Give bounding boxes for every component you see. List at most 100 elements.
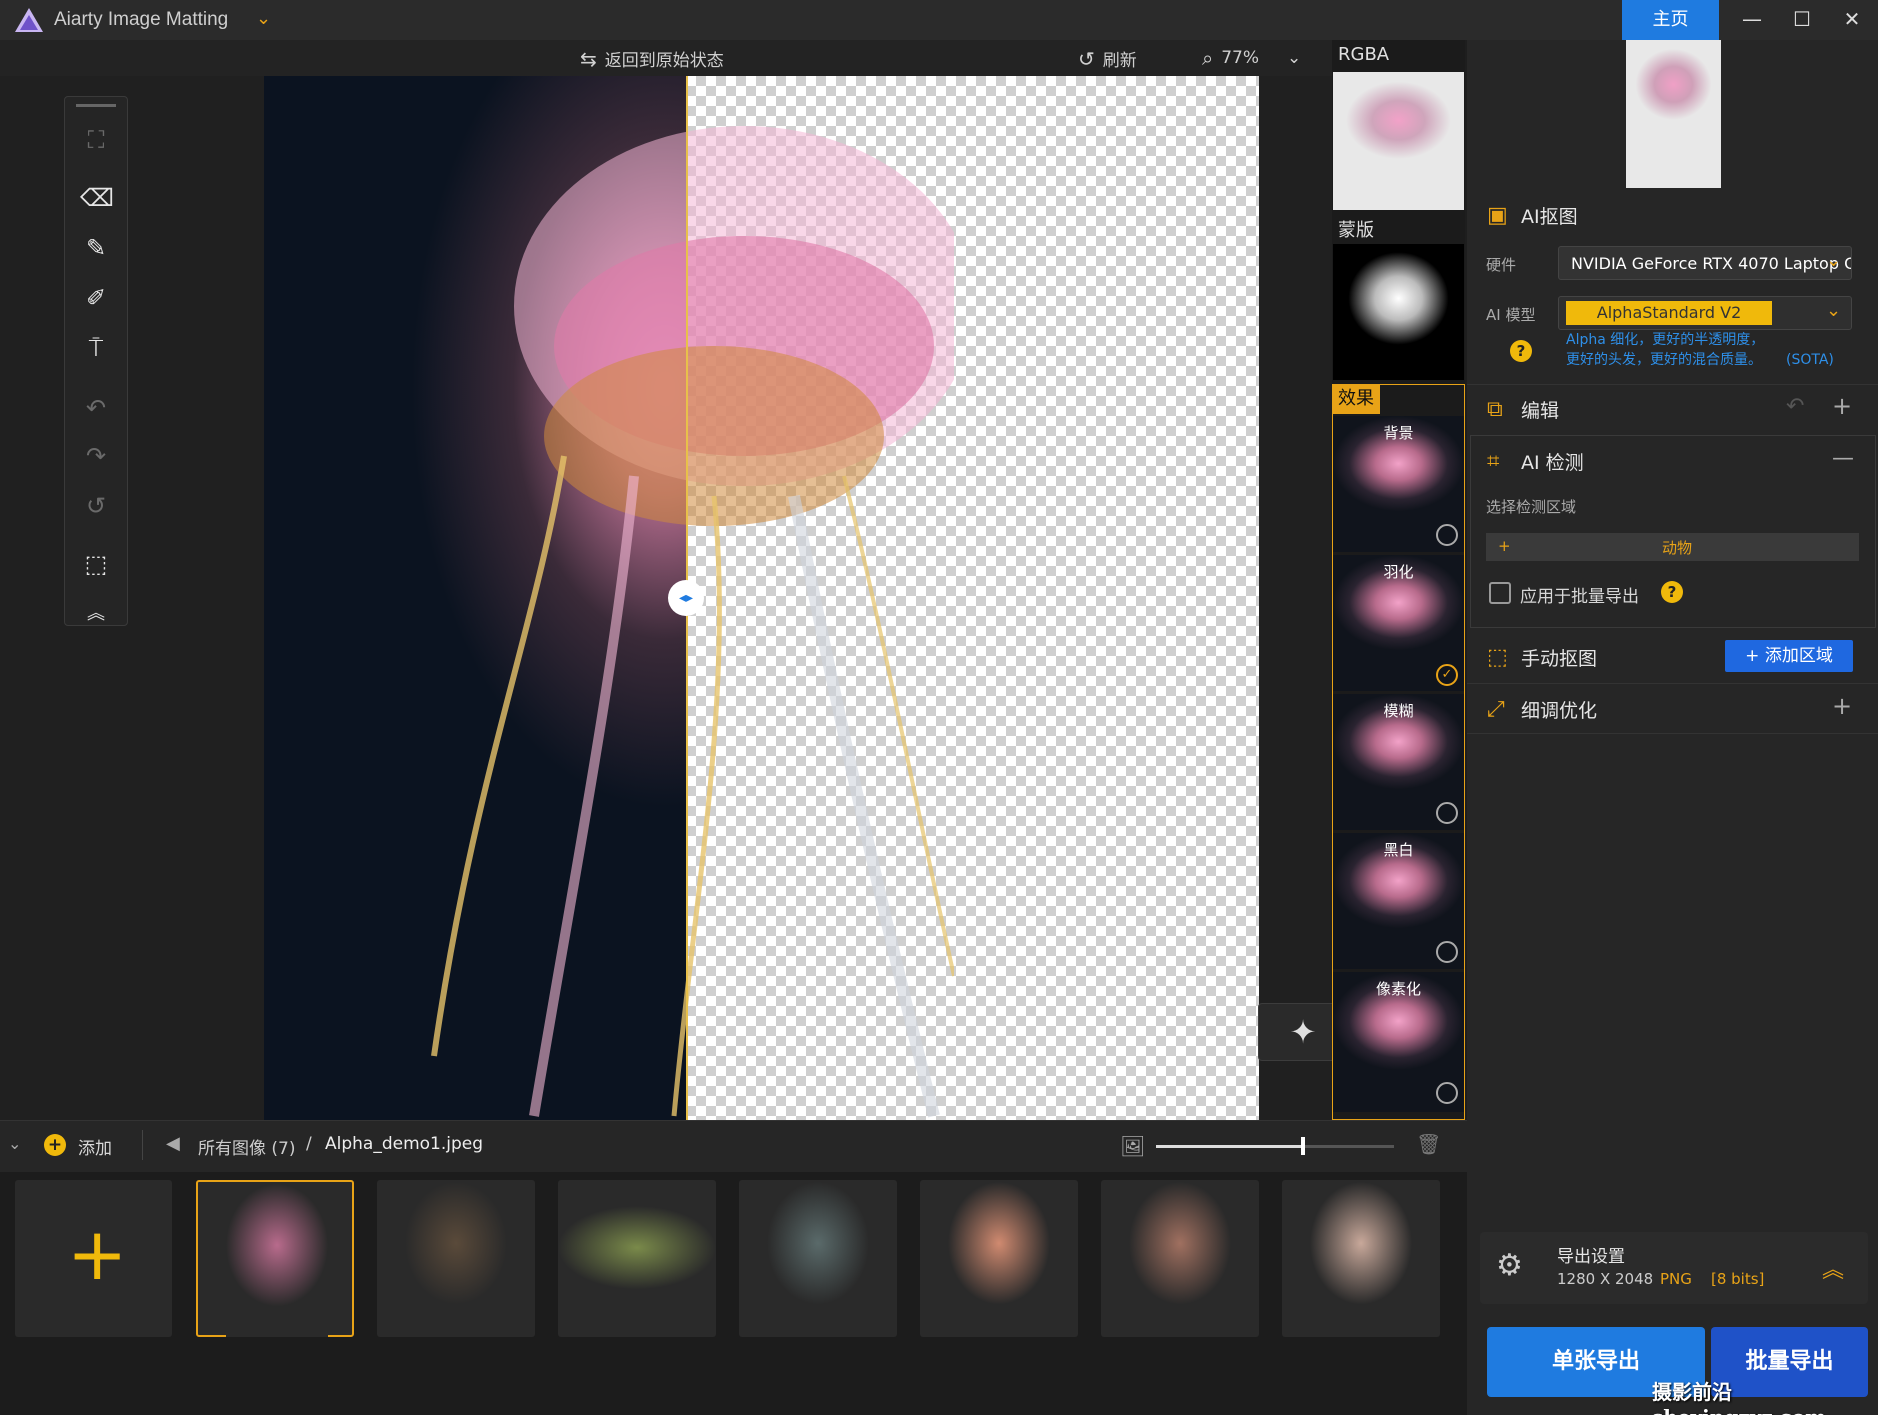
model-desc-2: 更好的头发，更好的混合质量。 <box>1566 352 1762 368</box>
apply-batch-label: 应用于批量导出 <box>1520 587 1639 607</box>
export-expand-icon[interactable]: ︽ <box>1822 1252 1844 1284</box>
app-logo-icon <box>15 8 43 32</box>
thumbnail-size-slider[interactable] <box>1156 1145 1394 1148</box>
delete-image-icon[interactable]: 🗑 <box>1416 1132 1441 1156</box>
home-button[interactable]: 主页 <box>1622 0 1719 40</box>
rgba-thumbnail[interactable] <box>1333 72 1464 210</box>
maximize-icon[interactable]: ☐ <box>1780 4 1824 36</box>
ai-detect-title: AI 检测 <box>1521 451 1584 474</box>
zoom-control[interactable]: ⌕ 77% ⌄ <box>1202 46 1301 70</box>
title-bar <box>0 0 1878 40</box>
hardware-select[interactable]: NVIDIA GeForce RTX 4070 Laptop GPU <box>1558 246 1852 280</box>
minimize-icon[interactable]: — <box>1730 4 1774 36</box>
model-desc-1: Alpha 细化，更好的半透明度， <box>1566 332 1765 348</box>
add-area-button[interactable]: + 添加区域 <box>1725 640 1853 672</box>
crop-select-icon[interactable]: ⛶ <box>80 124 112 156</box>
palette-grip <box>76 104 116 107</box>
pen-icon[interactable]: ✎ <box>80 232 112 264</box>
back-arrow-icon[interactable]: ◀ <box>166 1133 180 1154</box>
edit-crop-icon: ⧉ <box>1487 396 1503 422</box>
add-image-icon[interactable]: + <box>44 1134 66 1156</box>
thumbnail-image-woman-red-dress <box>767 1182 869 1335</box>
image-thumbnail[interactable] <box>377 1180 535 1337</box>
model-dropdown-icon[interactable]: ⌄ <box>1826 300 1841 321</box>
ai-matting-title: AI抠图 <box>1521 205 1578 228</box>
compare-handle[interactable]: ◂▸ <box>668 580 704 616</box>
reset-icon[interactable]: ↺ <box>80 490 112 522</box>
ai-detect-section-header[interactable]: ⌗ AI 检测 <box>1467 436 1878 486</box>
swap-icon: ⇆ <box>580 46 597 71</box>
thumbnail-image-jellyfish <box>226 1184 328 1337</box>
edit-expand-icon[interactable]: + <box>1832 392 1852 420</box>
selection-icon[interactable]: ⬚ <box>80 548 112 580</box>
apply-batch-checkbox[interactable] <box>1489 582 1511 604</box>
title-menu-chevron-icon[interactable]: ⌄ <box>256 8 271 29</box>
roller-icon[interactable]: ⍑ <box>80 332 112 364</box>
current-file-name: Alpha_demo1.jpeg <box>325 1134 484 1154</box>
image-thumbnail[interactable] <box>196 1180 354 1337</box>
zoom-icon: ⌕ <box>1202 46 1214 70</box>
model-desc-sota: (SOTA) <box>1786 352 1834 368</box>
effect-radio-pixelate[interactable] <box>1436 1082 1458 1104</box>
refresh-button[interactable]: ↺ 刷新 <box>1078 46 1137 72</box>
divider <box>142 1130 143 1160</box>
add-label[interactable]: 添加 <box>78 1134 112 1159</box>
hardware-dropdown-icon[interactable]: ⌄ <box>1826 250 1841 271</box>
effect-label-pixelate: 像素化 <box>1375 980 1421 998</box>
apply-batch-help-icon[interactable]: ? <box>1661 581 1683 603</box>
thumbnail-image-girl-white-flowers <box>1310 1182 1412 1335</box>
ai-matting-icon: ▣ <box>1487 202 1508 228</box>
zoom-value: 77% <box>1221 48 1259 68</box>
image-thumbnail[interactable] <box>1282 1180 1440 1337</box>
plus-icon: + <box>1498 537 1511 555</box>
edit-section-header[interactable]: ⧉ 编辑 <box>1467 384 1878 434</box>
thumbnail-size-slider-knob[interactable] <box>1301 1137 1306 1155</box>
eraser-icon[interactable]: ⌫ <box>80 182 114 214</box>
export-settings-icon: ⚙ <box>1496 1248 1523 1283</box>
redo-icon[interactable]: ↷ <box>80 440 112 472</box>
add-image-tile[interactable]: + <box>15 1180 172 1337</box>
refine-section-header[interactable]: ⤢ 细调优化 <box>1467 684 1878 734</box>
effect-radio-bw[interactable] <box>1436 941 1458 963</box>
collapse-strip-icon[interactable]: ⌄ <box>8 1134 21 1153</box>
export-settings-box[interactable] <box>1480 1232 1868 1304</box>
thumbnail-size-icon: 🖼 <box>1120 1134 1146 1158</box>
effect-label-bw: 黑白 <box>1383 841 1414 859</box>
zoom-dropdown-icon[interactable]: ⌄ <box>1287 48 1301 68</box>
hardware-value: NVIDIA GeForce RTX 4070 Laptop GPU <box>1571 254 1852 273</box>
effect-radio-blur[interactable] <box>1436 802 1458 824</box>
revert-label: 返回到原始状态 <box>604 51 724 71</box>
revert-button[interactable]: ⇆ 返回到原始状态 <box>580 46 724 72</box>
image-thumbnail[interactable] <box>1101 1180 1259 1337</box>
image-thumbnail[interactable] <box>920 1180 1078 1337</box>
result-preview-thumbnail <box>1626 40 1721 188</box>
close-icon[interactable]: ✕ <box>1830 4 1874 36</box>
detect-animal-button[interactable]: + 动物 <box>1486 533 1859 561</box>
effect-radio-background[interactable] <box>1436 524 1458 546</box>
effect-label-feather: 羽化 <box>1383 563 1414 581</box>
rgba-label: RGBA <box>1338 44 1390 65</box>
watermark-text: 摄影前沿 sheyingzyz.com <box>1652 1380 1826 1415</box>
edit-undo-icon[interactable]: ↶ <box>1786 394 1804 419</box>
effect-label-background: 背景 <box>1383 424 1414 442</box>
image-thumbnail[interactable] <box>558 1180 716 1337</box>
collapse-palette-icon[interactable]: ︽ <box>80 598 112 630</box>
image-thumbnail[interactable] <box>739 1180 897 1337</box>
effect-check-icon[interactable]: ✓ <box>1436 664 1458 686</box>
app-title: Aiarty Image Matting <box>54 9 229 30</box>
all-images-link[interactable]: 所有图像 (7) <box>198 1134 295 1159</box>
thumbnail-image-bicycle <box>558 1206 716 1310</box>
breadcrumb-separator: / <box>306 1134 312 1154</box>
refresh-label: 刷新 <box>1102 51 1137 71</box>
mask-thumbnail[interactable] <box>1333 244 1464 380</box>
image-preview[interactable] <box>264 76 1259 1120</box>
manual-select-icon: ⬚ <box>1487 644 1508 670</box>
thumbnail-image-axe-forest <box>405 1182 507 1335</box>
thumbnail-image-girl-flowers <box>948 1182 1050 1335</box>
plus-icon: + <box>67 1212 128 1296</box>
model-help-icon[interactable]: ? <box>1510 340 1532 362</box>
brush-icon[interactable]: ✐ <box>80 282 112 314</box>
undo-icon[interactable]: ↶ <box>80 392 112 424</box>
refine-expand-icon[interactable]: + <box>1832 692 1852 720</box>
ai-detect-collapse-icon[interactable]: — <box>1832 446 1854 471</box>
